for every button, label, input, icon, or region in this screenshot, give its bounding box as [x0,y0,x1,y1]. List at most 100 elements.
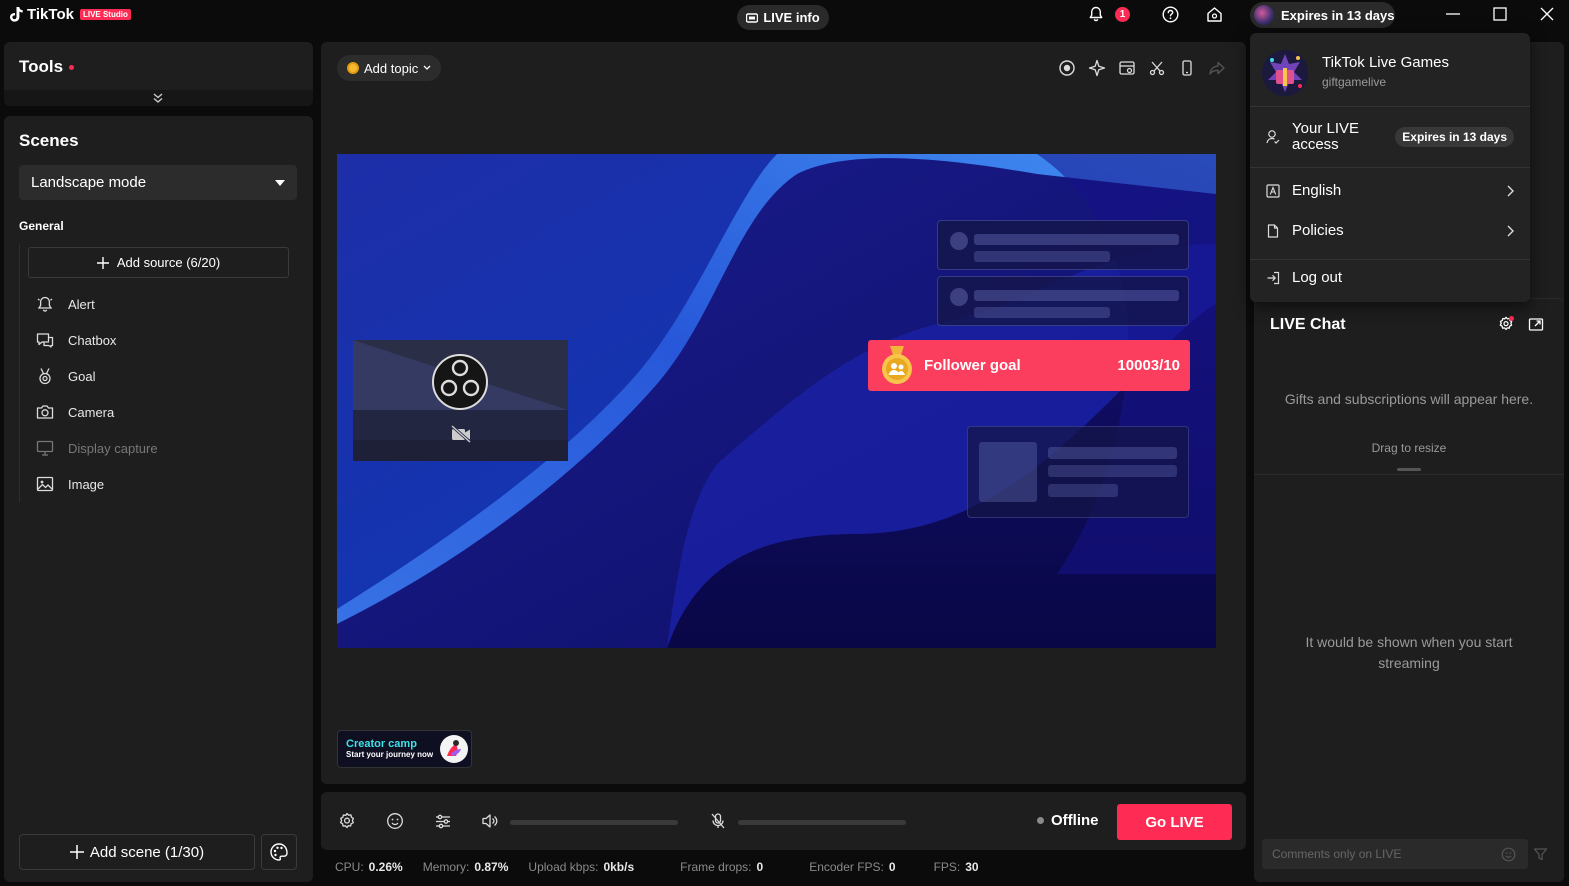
follower-goal-label: Follower goal [924,357,1021,374]
mic-muted-icon[interactable] [709,812,727,830]
account-menu: TikTok Live Games giftgamelive Your LIVE… [1250,33,1530,302]
record-icon[interactable] [1058,59,1076,77]
image-icon [36,476,54,492]
notification-badge: 1 [1115,7,1130,22]
camera-source-box[interactable] [353,340,568,461]
palette-icon [270,843,288,861]
tree-line [19,244,20,502]
add-topic-button[interactable]: Add topic [337,55,441,81]
settings-gear-icon[interactable] [338,812,356,830]
sparkle-icon[interactable] [1088,59,1106,77]
follower-goal-widget[interactable]: Follower goal 10003/10 [868,340,1190,391]
source-label: Image [68,476,105,492]
topic-coin-icon [347,62,359,74]
drag-hint: Drag to resize [1371,441,1447,455]
stat-cpu: CPU: 0.26% [335,860,403,874]
placeholder-card [937,220,1189,270]
bell-icon[interactable] [1087,5,1105,23]
phone-icon[interactable] [1178,59,1196,77]
scissors-icon[interactable] [1148,59,1166,77]
creator-camp-banner[interactable]: Creator camp Start your journey now [337,730,472,768]
plus-icon [69,845,84,859]
source-item-display-capture[interactable]: Display capture [36,438,158,458]
source-item-image[interactable]: Image [36,474,104,494]
filter-icon[interactable] [1533,847,1548,862]
emoji-icon[interactable] [1501,847,1516,862]
speaker-icon[interactable] [481,812,499,830]
help-icon[interactable] [1161,5,1179,23]
live-info-button[interactable]: LIVE info [737,5,829,30]
gifts-message: Gifts and subscriptions will appear here… [1284,391,1534,407]
speaker-volume-slider[interactable] [510,820,678,825]
stat-upload: Upload kbps: 0kb/s [528,860,635,874]
expand-chevron-icon[interactable] [152,92,164,104]
camera-off-icon [451,425,471,443]
title-bar: TikTok LIVE Studio LIVE info 1 Expires i… [0,0,1569,32]
medal-icon [39,368,51,385]
chat-settings-dot [1509,316,1514,321]
stat-fps: FPS: 30 [933,860,979,874]
go-live-button[interactable]: Go LIVE [1117,804,1232,840]
tv-icon [746,12,759,23]
share-icon[interactable] [1208,59,1226,77]
source-item-goal[interactable]: Goal [36,366,95,386]
stream-status: Offline [1037,812,1099,829]
chatbox-icon [36,333,54,348]
placeholder-card [937,276,1189,326]
language-menu-item[interactable]: English [1266,182,1514,199]
scenes-title: Scenes [19,131,79,150]
source-label: Chatbox [68,332,117,348]
layout-icon[interactable] [1118,59,1136,77]
maximize-icon[interactable] [1491,5,1509,23]
creator-camp-illustration [440,735,468,763]
home-icon[interactable] [1205,5,1223,23]
stat-frame-drops: Frame drops: 0 [680,860,764,874]
source-label: Camera [68,404,115,420]
section-label: General [19,219,64,233]
scenes-panel: Scenes Landscape mode General Add source… [4,116,313,882]
avatar [1254,5,1274,25]
scene-mode-select[interactable]: Landscape mode [19,165,297,200]
emoji-icon[interactable] [386,812,404,830]
live-chat-panel: LIVE Chat Gifts and subscriptions will a… [1254,298,1564,882]
comment-input[interactable]: Comments only on LIVE [1262,839,1528,869]
live-access-label: Your LIVE access [1292,120,1359,153]
tools-panel: Tools [4,42,313,106]
tools-title: Tools [19,57,64,76]
language-icon [1266,183,1280,198]
add-source-button[interactable]: Add source (6/20) [28,247,289,278]
mic-volume-slider[interactable] [738,820,906,825]
add-scene-button[interactable]: Add scene (1/30) [19,834,255,870]
close-icon[interactable] [1538,5,1556,23]
live-chat-title: LIVE Chat [1270,316,1346,333]
live-access-item[interactable]: Your LIVE access Expires in 13 days [1266,121,1514,153]
stats-bar: CPU: 0.26% Memory: 0.87% Upload kbps: 0kb/s… [335,860,979,874]
stream-preview[interactable]: Follower goal 10003/10 [337,154,1216,648]
source-item-camera[interactable]: Camera [36,402,114,422]
account-button[interactable]: Expires in 13 days [1250,2,1395,28]
medal-icon [882,345,912,384]
new-indicator-dot [69,65,75,70]
logout-menu-item[interactable]: Log out [1266,269,1342,286]
account-avatar[interactable] [1262,50,1308,96]
source-item-alert[interactable]: Alert [36,294,95,314]
live-studio-badge: LIVE Studio [79,9,131,20]
policies-menu-item[interactable]: Policies [1266,222,1514,239]
tiktok-note-icon [10,7,23,22]
scene-mode-value: Landscape mode [31,174,147,191]
stat-encoder-fps: Encoder FPS: 0 [809,860,896,874]
adjustments-icon[interactable] [434,812,452,830]
popout-icon[interactable] [1528,316,1544,332]
plus-icon [96,256,109,269]
bell-icon [37,296,53,312]
minimize-icon[interactable] [1444,5,1462,23]
camera-icon [36,405,54,419]
logout-label: Log out [1292,269,1343,286]
empty-chat-message: It would be shown when you start streami… [1305,634,1513,671]
theme-palette-button[interactable] [261,834,297,870]
access-expiry-badge: Expires in 13 days [1395,127,1514,147]
follower-goal-value: 10003/10 [1117,357,1180,374]
resize-handle[interactable] [1397,468,1421,471]
source-item-chatbox[interactable]: Chatbox [36,330,116,350]
add-topic-label: Add topic [364,60,419,76]
